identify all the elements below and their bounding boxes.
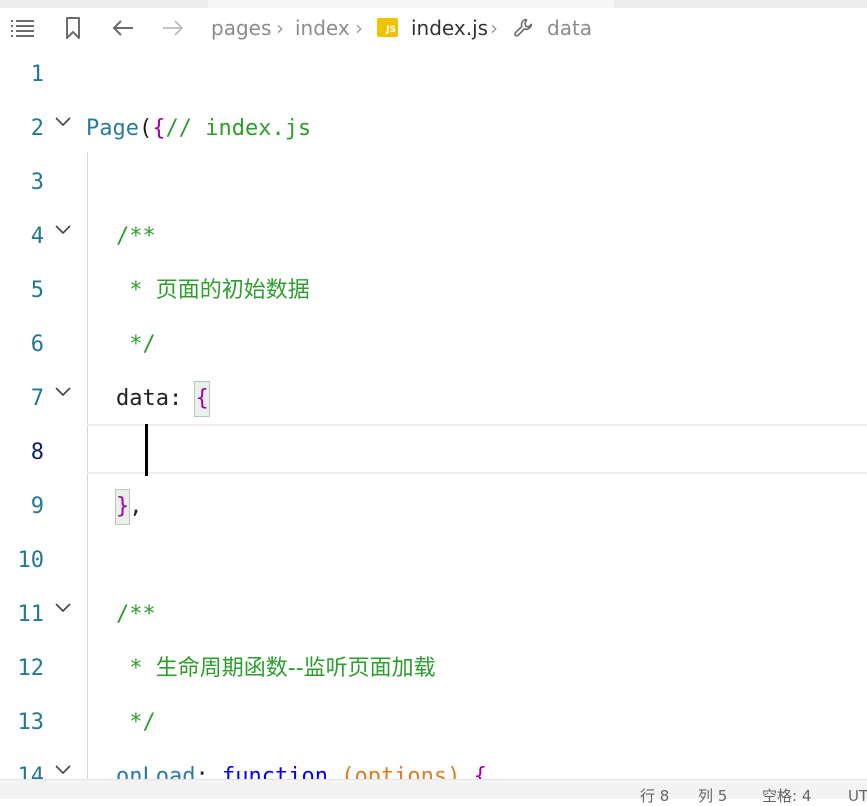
comment-token: 页面的初始数据: [155, 278, 310, 303]
line-number[interactable]: 6: [0, 318, 44, 372]
line-number[interactable]: 3: [0, 156, 44, 210]
parameter-token: options: [354, 764, 448, 779]
property-key-token: data: [116, 386, 169, 411]
chevron-right-icon: ›: [355, 16, 363, 40]
active-tab[interactable]: [208, 0, 614, 8]
colon-token: :: [168, 386, 196, 411]
brace-token: {: [473, 764, 487, 779]
line-number[interactable]: 5: [0, 264, 44, 318]
back-arrow-icon[interactable]: [108, 8, 138, 48]
code-line[interactable]: 10: [0, 534, 867, 588]
code-line[interactable]: 14 onLoad: function (options) {: [0, 750, 867, 779]
code-line[interactable]: 12 * 生命周期函数--监听页面加载: [0, 642, 867, 696]
matched-brace-token: }: [114, 489, 131, 525]
line-number[interactable]: 4: [0, 210, 44, 264]
line-number[interactable]: 9: [0, 480, 44, 534]
comment-token: */: [116, 332, 156, 357]
status-cursor-col[interactable]: 列 5: [698, 786, 727, 806]
code-line[interactable]: 13 */: [0, 696, 867, 750]
chevron-right-icon: ›: [490, 16, 498, 40]
wrench-icon: [509, 8, 539, 48]
line-number[interactable]: 11: [0, 588, 45, 642]
status-encoding[interactable]: UT: [848, 786, 867, 806]
code-line[interactable]: 6 */: [0, 318, 867, 372]
code-text: onLoad: function (options) {: [116, 750, 487, 779]
code-text: */: [116, 696, 156, 750]
line-number[interactable]: 13: [0, 696, 45, 750]
code-text: * 页面的初始数据: [116, 264, 310, 318]
tab-strip: [0, 0, 867, 8]
breadcrumb-segment-index[interactable]: index: [295, 8, 350, 48]
fold-chevron-down-icon[interactable]: [52, 750, 74, 779]
fold-chevron-down-icon[interactable]: [52, 588, 74, 628]
code-line[interactable]: 5 * 页面的初始数据: [0, 264, 867, 318]
keyword-token: function: [221, 764, 328, 779]
code-editor[interactable]: 1 // index.js 2 Page({ 3 4 /** 5 * 页面的初始…: [0, 48, 867, 779]
paren-token: (: [138, 116, 153, 141]
code-text: */: [116, 318, 156, 372]
line-number-active[interactable]: 8: [0, 426, 44, 480]
comment-token: /**: [116, 224, 156, 249]
status-indentation[interactable]: 空格: 4: [762, 786, 811, 806]
list-icon[interactable]: [8, 8, 38, 48]
code-text: },: [114, 480, 143, 534]
code-line[interactable]: 3: [0, 156, 867, 210]
code-text: /**: [116, 588, 156, 642]
line-number[interactable]: 1: [0, 48, 44, 102]
forward-arrow-icon[interactable]: [158, 8, 188, 48]
comment-token: *: [116, 656, 156, 681]
status-bar: 行 8 列 5 空格: 4 UT: [0, 779, 867, 805]
fold-chevron-down-icon[interactable]: [52, 210, 74, 250]
paren-token: (: [341, 764, 355, 779]
comment-token: 生命周期函数--监听页面加载: [155, 656, 436, 681]
status-cursor-row[interactable]: 行 8: [640, 786, 669, 806]
code-line-active[interactable]: 8: [0, 426, 867, 480]
fold-chevron-down-icon[interactable]: [52, 372, 74, 412]
property-key-token: onLoad: [116, 764, 196, 779]
comma-token: ,: [129, 494, 143, 519]
code-text: * 生命周期函数--监听页面加载: [116, 642, 436, 696]
code-line[interactable]: 11 /**: [0, 588, 867, 642]
line-number[interactable]: 7: [0, 372, 44, 426]
js-file-icon: JS: [377, 18, 398, 37]
code-line[interactable]: 7 data: {: [0, 372, 867, 426]
line-number[interactable]: 2: [0, 102, 44, 156]
breadcrumb-segment-file[interactable]: index.js: [411, 8, 488, 48]
identifier-token: Page: [86, 116, 139, 141]
code-text: Page({: [86, 102, 165, 156]
code-line[interactable]: 2 Page({: [0, 102, 867, 156]
comment-token: */: [116, 710, 156, 735]
breadcrumb-segment-pages[interactable]: pages: [211, 8, 271, 48]
code-text: // index.js: [86, 48, 311, 141]
code-line[interactable]: 4 /**: [0, 210, 867, 264]
paren-token: ): [447, 764, 474, 779]
code-text: data: {: [116, 372, 210, 426]
matched-brace-token: {: [194, 381, 210, 417]
line-number[interactable]: 12: [0, 642, 45, 696]
code-text: /**: [116, 210, 156, 264]
colon-token: :: [195, 764, 222, 779]
code-line[interactable]: 9 },: [0, 480, 867, 534]
line-number[interactable]: 10: [0, 534, 45, 588]
line-number[interactable]: 14: [0, 750, 45, 779]
comment-token: /**: [116, 602, 156, 627]
chevron-right-icon: ›: [276, 16, 284, 40]
breadcrumb-segment-symbol[interactable]: data: [547, 8, 592, 48]
brace-token: {: [152, 116, 166, 141]
bookmark-icon[interactable]: [58, 8, 88, 48]
comment-token: *: [116, 278, 156, 303]
fold-chevron-down-icon[interactable]: [52, 102, 74, 142]
code-line[interactable]: 1 // index.js: [0, 48, 867, 141]
